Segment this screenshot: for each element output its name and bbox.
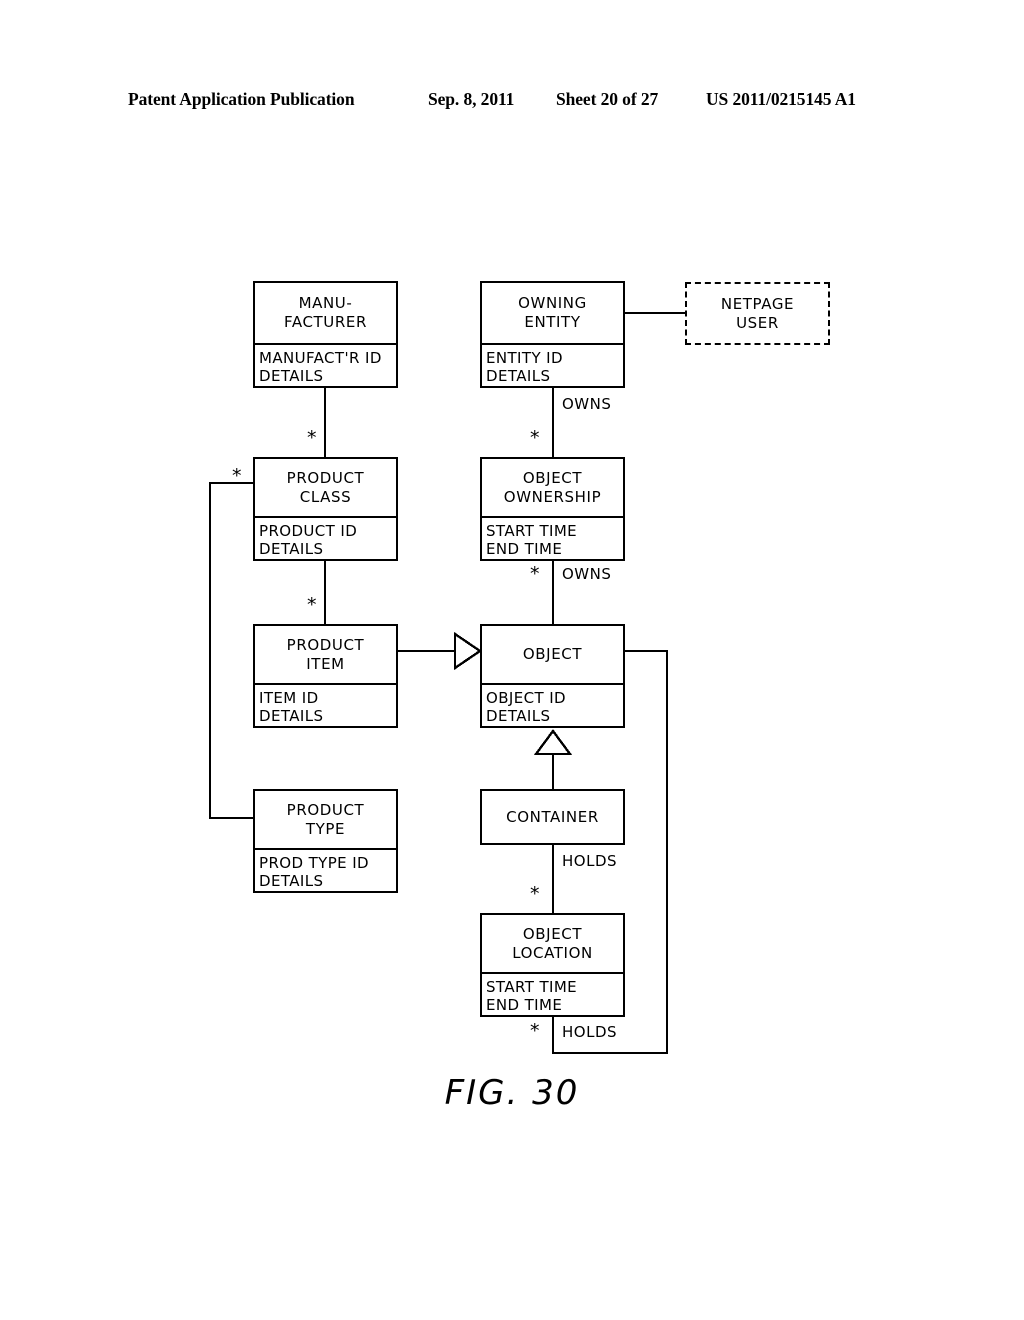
edge-label-owns-entity-ownership: OWNS	[562, 395, 612, 413]
generalization-arrow-container-object	[533, 728, 573, 756]
edge-label-owns-ownership-object: OWNS	[562, 565, 612, 583]
entity-product-item-title: PRODUCT ITEM	[286, 635, 365, 673]
edge-product-class-product-type	[208, 481, 253, 820]
figure-caption: FIG. 30	[444, 1073, 580, 1113]
multiplicity-object-location-object: *	[530, 1020, 540, 1042]
entity-object-location-attributes: START TIME END TIME	[486, 978, 578, 1014]
entity-product-item-attributes: ITEM ID DETAILS	[259, 689, 324, 725]
edge-label-holds-location-object: HOLDS	[562, 1023, 618, 1041]
entity-product-type-title: PRODUCT TYPE	[286, 800, 365, 838]
entity-object-location-title: OBJECT LOCATION	[512, 924, 593, 962]
entity-netpage-user-title: NETPAGE USER	[720, 294, 795, 332]
multiplicity-product-class-product-item: *	[307, 594, 317, 616]
entity-manufacturer[interactable]: MANU- FACTURER MANUFACT'R ID DETAILS	[253, 281, 398, 388]
entity-owning-entity[interactable]: OWNING ENTITY ENTITY ID DETAILS	[480, 281, 625, 388]
entity-owning-entity-attributes: ENTITY ID DETAILS	[486, 349, 563, 385]
entity-product-item[interactable]: PRODUCT ITEM ITEM ID DETAILS	[253, 624, 398, 728]
entity-manufacturer-attributes: MANUFACT'R ID DETAILS	[259, 349, 382, 385]
entity-container-title: CONTAINER	[506, 807, 599, 826]
multiplicity-container-object-location: *	[530, 883, 540, 905]
entity-manufacturer-title: MANU- FACTURER	[284, 294, 367, 331]
entity-product-class-title: PRODUCT CLASS	[286, 468, 365, 506]
entity-owning-entity-title: OWNING ENTITY	[518, 294, 587, 331]
entity-object-ownership-attributes: START TIME END TIME	[486, 522, 578, 558]
multiplicity-owning-entity-ownership: *	[530, 427, 540, 449]
entity-product-type[interactable]: PRODUCT TYPE PROD TYPE ID DETAILS	[253, 789, 398, 893]
entity-object-ownership[interactable]: OBJECT OWNERSHIP START TIME END TIME	[480, 457, 625, 561]
entity-product-type-attributes: PROD TYPE ID DETAILS	[259, 854, 369, 890]
multiplicity-manufacturer-product-class: *	[307, 427, 317, 449]
entity-object-ownership-title: OBJECT OWNERSHIP	[503, 468, 602, 506]
edge-label-holds-container-location: HOLDS	[562, 852, 618, 870]
multiplicity-product-class-product-type: *	[232, 465, 242, 487]
entity-object-attributes: OBJECT ID DETAILS	[486, 689, 566, 725]
entity-object[interactable]: OBJECT OBJECT ID DETAILS	[480, 624, 625, 728]
entity-netpage-user[interactable]: NETPAGE USER	[685, 282, 830, 345]
entity-object-location[interactable]: OBJECT LOCATION START TIME END TIME	[480, 913, 625, 1017]
uml-class-diagram: MANU- FACTURER MANUFACT'R ID DETAILS OWN…	[0, 0, 1024, 1320]
generalization-arrow-product-item-object	[453, 631, 483, 671]
entity-product-class-attributes: PRODUCT ID DETAILS	[259, 522, 358, 558]
entity-object-title: OBJECT	[522, 645, 583, 663]
entity-container[interactable]: CONTAINER	[480, 789, 625, 845]
entity-product-class[interactable]: PRODUCT CLASS PRODUCT ID DETAILS	[253, 457, 398, 561]
multiplicity-ownership-object: *	[530, 563, 540, 585]
